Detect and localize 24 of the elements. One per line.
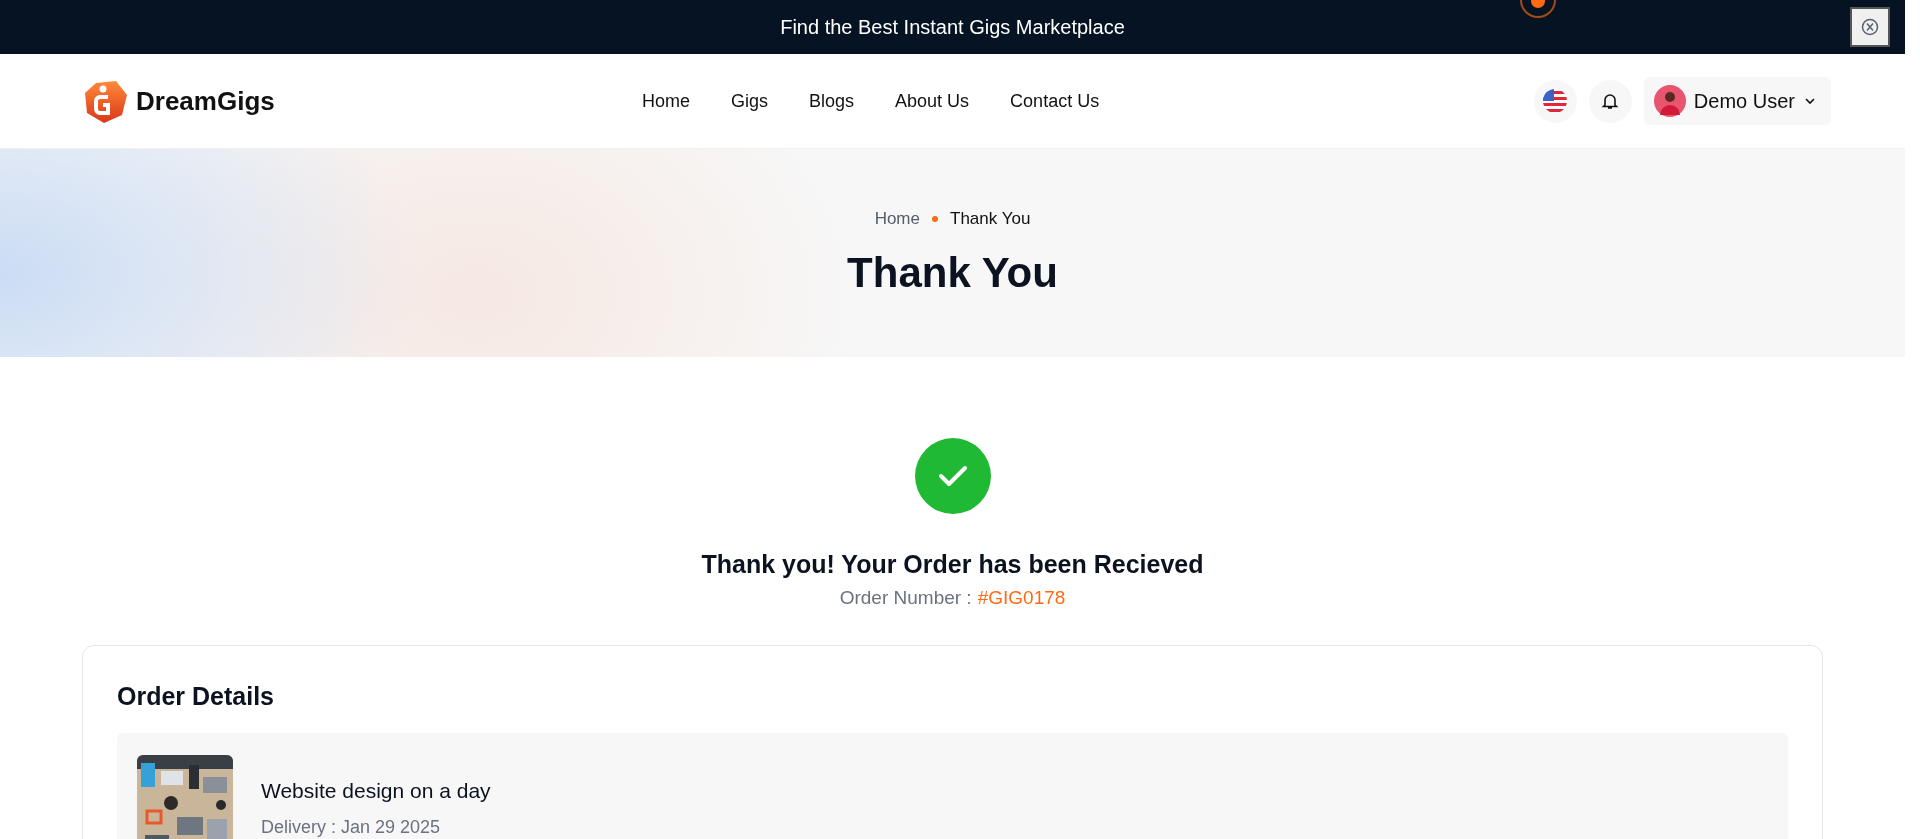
breadcrumb-item: Thank You	[950, 209, 1031, 229]
close-icon	[1861, 18, 1879, 36]
nav-link[interactable]: Contact Us	[1010, 90, 1100, 112]
order-number: #GIG0178	[977, 587, 1066, 609]
nav-link[interactable]: About Us	[895, 90, 970, 112]
delivery-date: Delivery : Jan 29 2025	[261, 817, 442, 838]
nav-link[interactable]: Gigs	[731, 90, 769, 112]
check-icon	[914, 438, 991, 514]
flag-icon	[1543, 89, 1568, 113]
avatar-icon	[1653, 85, 1686, 117]
nav-link[interactable]: Home	[642, 90, 690, 112]
user-menu-button[interactable]: Demo User	[1643, 77, 1831, 125]
confirmation-heading: Thank you! Your Order has been Recieved	[701, 550, 1204, 579]
breadcrumb-item[interactable]: Home	[874, 209, 920, 229]
close-button[interactable]	[1850, 7, 1890, 47]
page-title: Thank You	[847, 249, 1058, 297]
card-title: Order Details	[117, 682, 275, 711]
order-number-label: Order Number :	[839, 587, 972, 609]
gig-title[interactable]: Website design on a day	[261, 779, 491, 803]
announcement-text: Find the Best Instant Gigs Marketplace	[780, 15, 1125, 39]
separator-dot-icon	[932, 216, 938, 222]
nav-link[interactable]: Blogs	[809, 90, 855, 112]
logo-text[interactable]: DreamGigs	[136, 85, 275, 117]
bell-icon	[1601, 92, 1620, 110]
